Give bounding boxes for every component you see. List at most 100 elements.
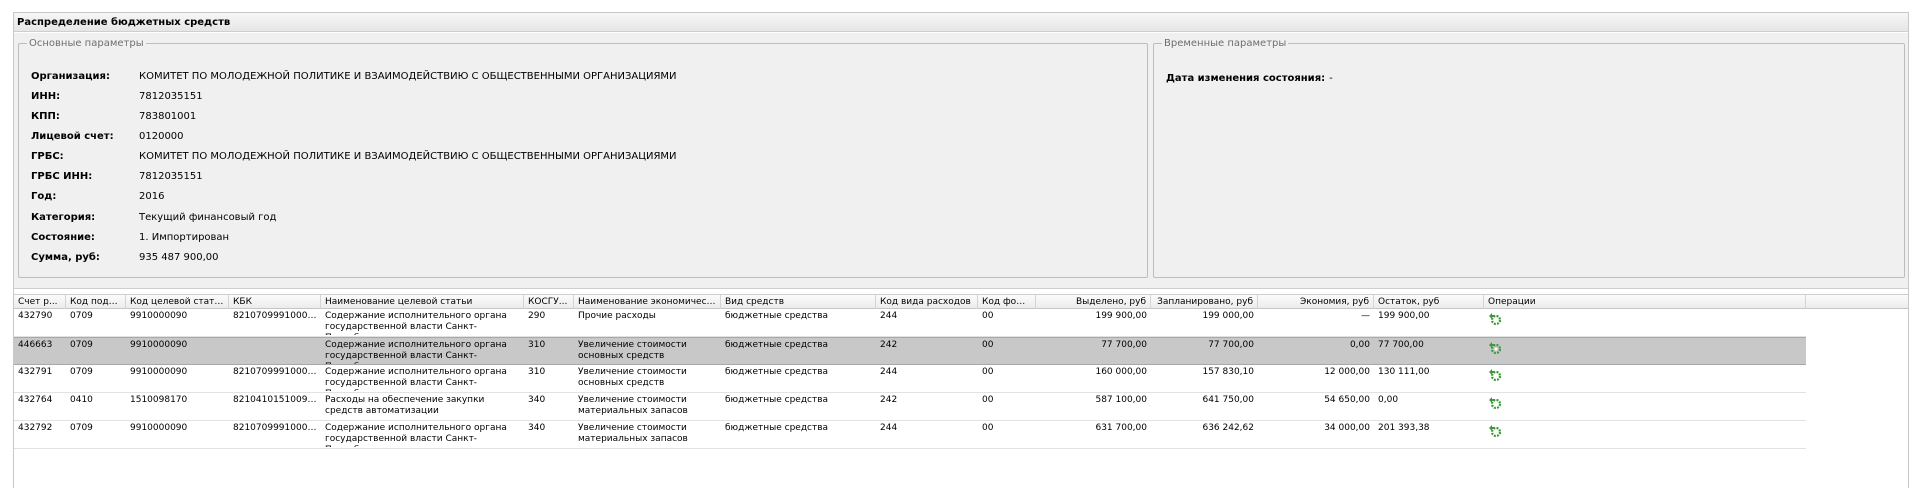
budget-distribution-panel: Распределение бюджетных средств Основные… xyxy=(13,12,1909,488)
main-params-fieldset: Основные параметры Организация: КОМИТЕТ П… xyxy=(18,38,1148,278)
table-cell: 0,00 xyxy=(1378,395,1399,405)
table-cell: 244 xyxy=(880,367,898,377)
refresh-gear-icon[interactable] xyxy=(1488,341,1502,355)
table-cell: 310 xyxy=(528,367,546,377)
table-cell: 290 xyxy=(528,311,546,321)
budget-grid: Счет р... Код подра... Код целевой статьи К… xyxy=(14,294,1908,488)
field-label: Категория: xyxy=(31,212,96,223)
table-cell: 00 xyxy=(982,367,994,377)
table-cell: 12 000,00 xyxy=(1324,367,1370,377)
field-value: 935 487 900,00 xyxy=(139,252,219,263)
table-cell: 432791 xyxy=(18,367,53,377)
refresh-gear-icon[interactable] xyxy=(1488,424,1502,438)
panel-title: Распределение бюджетных средств xyxy=(14,13,1908,32)
table-cell: 0410 xyxy=(70,395,93,405)
table-cell: — xyxy=(1361,311,1370,321)
table-cell: бюджетные средства xyxy=(725,311,829,321)
table-cell: 34 000,00 xyxy=(1324,423,1370,433)
column-header[interactable]: Вид средств xyxy=(721,295,876,309)
field-label: ИНН: xyxy=(31,91,61,102)
column-header[interactable]: Остаток, руб xyxy=(1374,295,1484,309)
table-cell: 199 900,00 xyxy=(1095,311,1147,321)
table-cell: 340 xyxy=(528,395,546,405)
table-cell: Прочие расходы xyxy=(578,311,656,321)
table-cell: 0709 xyxy=(70,340,93,350)
column-header[interactable]: КОСГУ... xyxy=(524,295,574,309)
table-row[interactable]: 432790 0709 9910000090 82107099910000... Сод… xyxy=(14,309,1806,337)
table-cell: 340 xyxy=(528,423,546,433)
table-cell: Расходы на обеспечение закупки средств а… xyxy=(325,395,485,416)
table-cell: 199 000,00 xyxy=(1202,311,1254,321)
table-cell: 310 xyxy=(528,340,546,350)
table-cell: 9910000090 xyxy=(130,340,188,350)
table-cell: 244 xyxy=(880,311,898,321)
table-cell: 82107099910000... xyxy=(233,367,321,377)
temp-params-legend: Временные параметры xyxy=(1164,38,1287,49)
table-cell: 1510098170 xyxy=(130,395,188,405)
refresh-gear-icon[interactable] xyxy=(1488,312,1502,326)
table-row[interactable]: 432764 0410 1510098170 82104101510098... Рас… xyxy=(14,393,1806,421)
table-cell: 9910000090 xyxy=(130,367,188,377)
refresh-gear-icon[interactable] xyxy=(1488,396,1502,410)
temp-params-fieldset: Временные параметры Дата изменения состо… xyxy=(1153,38,1905,278)
table-cell: 82104101510098... xyxy=(233,395,321,405)
table-cell: 77 700,00 xyxy=(1101,340,1147,350)
field-value: 1. Импортирован xyxy=(139,232,230,243)
table-row[interactable]: 432792 0709 9910000090 82107099910000... Сод… xyxy=(14,421,1806,449)
table-cell: 77 700,00 xyxy=(1378,340,1424,350)
table-cell: 631 700,00 xyxy=(1095,423,1147,433)
table-cell: 82107099910000... xyxy=(233,423,321,433)
column-header[interactable]: КБК xyxy=(229,295,321,309)
column-header[interactable]: Счет р... xyxy=(14,295,66,309)
table-row[interactable]: 432791 0709 9910000090 82107099910000... Сод… xyxy=(14,365,1806,393)
table-cell: 77 700,00 xyxy=(1208,340,1254,350)
field-label: ГРБС ИНН: xyxy=(31,171,93,182)
table-cell: 432792 xyxy=(18,423,53,433)
table-cell: Увеличение стоимости основных средств xyxy=(578,340,687,361)
column-header[interactable]: Операции xyxy=(1484,295,1806,309)
table-cell: 446663 xyxy=(18,340,53,350)
table-cell: 00 xyxy=(982,340,994,350)
column-header[interactable]: Выделено, руб xyxy=(1036,295,1151,309)
table-cell: Увеличение стоимости основных средств xyxy=(578,367,687,388)
table-cell: 641 750,00 xyxy=(1202,395,1254,405)
change-date-value: - xyxy=(1329,73,1333,84)
refresh-gear-icon[interactable] xyxy=(1488,368,1502,382)
table-cell: 54 650,00 xyxy=(1324,395,1370,405)
column-header[interactable]: Код фонда xyxy=(978,295,1036,309)
field-label: ГРБС: xyxy=(31,151,64,162)
field-label: Организация: xyxy=(31,71,110,82)
table-cell: Содержание исполнительного органа госуда… xyxy=(325,311,507,335)
column-header[interactable]: Наименование экономической ... xyxy=(574,295,721,309)
change-date-label: Дата изменения состояния: xyxy=(1166,73,1326,84)
table-cell: 242 xyxy=(880,395,898,405)
field-value: 7812035151 xyxy=(139,171,203,182)
table-cell: 0,00 xyxy=(1349,340,1370,350)
table-cell: 82107099910000... xyxy=(233,311,321,321)
field-label: КПП: xyxy=(31,111,60,122)
field-value: 783801001 xyxy=(139,111,197,122)
field-label: Лицевой счет: xyxy=(31,131,114,142)
table-cell: 00 xyxy=(982,311,994,321)
table-cell: Содержание исполнительного органа госуда… xyxy=(325,423,507,447)
table-cell: 0709 xyxy=(70,367,93,377)
table-cell: 242 xyxy=(880,340,898,350)
table-cell: 9910000090 xyxy=(130,311,188,321)
column-header[interactable]: Код вида расходов xyxy=(876,295,978,309)
table-cell: 9910000090 xyxy=(130,423,188,433)
table-cell: 432764 xyxy=(18,395,53,405)
column-header[interactable]: Запланировано, руб xyxy=(1151,295,1258,309)
table-cell: бюджетные средства xyxy=(725,340,829,350)
table-row[interactable]: 446663 0709 9910000090 Содержание исполните… xyxy=(14,337,1806,365)
table-cell: 0709 xyxy=(70,311,93,321)
table-cell: 130 111,00 xyxy=(1378,367,1430,377)
table-cell: 636 242,62 xyxy=(1202,423,1254,433)
field-value: Текущий финансовый год xyxy=(139,212,277,223)
column-header[interactable]: Код подра... xyxy=(66,295,126,309)
column-header[interactable]: Наименование целевой статьи xyxy=(321,295,524,309)
field-label: Сумма, руб: xyxy=(31,252,100,263)
field-value: КОМИТЕТ ПО МОЛОДЕЖНОЙ ПОЛИТИКЕ И ВЗАИМОД… xyxy=(139,151,677,162)
table-cell: бюджетные средства xyxy=(725,423,829,433)
column-header[interactable]: Код целевой статьи xyxy=(126,295,229,309)
column-header[interactable]: Экономия, руб xyxy=(1258,295,1374,309)
